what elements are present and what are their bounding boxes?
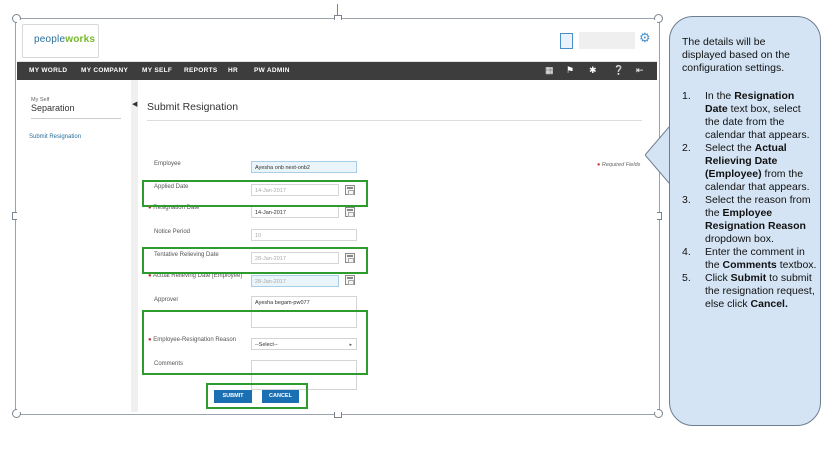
callout-steps: 1. In the Resignation Date text box, sele… [682,90,818,311]
actual-relieving-date-input[interactable]: 28-Jan-2017 [251,275,339,287]
logo[interactable]: peopleworks [22,24,99,58]
callout-step-bold-text: Comments [722,259,777,271]
callout-step-bold-text: Cancel. [750,298,788,310]
calendar-icon[interactable] [345,207,355,217]
help-icon[interactable]: ❔ [613,65,624,76]
sidebar: My Self Separation Submit Resignation [17,80,132,412]
callout-step-text: dropdown box. [705,233,774,245]
callout-step-text: textbox. [776,259,817,271]
sidebar-collapse-bar[interactable] [131,80,138,412]
sidebar-divider [31,118,121,119]
top-bar: peopleworks ⚙ [17,20,657,62]
callout-step-bold-text: Submit [730,272,767,284]
callout-step-number: 2. [682,142,691,154]
page-title: Submit Resignation [147,101,239,113]
employee-label: Employee [154,161,181,167]
callout-step-text: In the [705,90,735,102]
required-fields-note: ● Required Fields [597,162,641,168]
resignation-date-input[interactable]: 14-Jan-2017 [251,206,339,218]
callout-step-text: Click [705,272,731,284]
callout-step: 2. Select the Actual Relieving Date (Empl… [682,142,818,194]
nav-item-my-world[interactable]: MY WORLD [29,67,67,74]
callout-step: 3. Select the reason from the Employee Re… [682,194,818,246]
search-input[interactable] [579,32,635,49]
callout-step-number: 4. [682,246,691,258]
gear-icon[interactable]: ⚙ [639,30,651,46]
callout-step-number: 1. [682,90,691,102]
nav-item-pw-admin[interactable]: PW ADMIN [254,67,290,74]
sidebar-item-submit-resignation[interactable]: Submit Resignation [29,134,81,140]
main-navbar: MY WORLD MY COMPANY MY SELF REPORTS HR P… [17,62,657,80]
notice-period-label: Notice Period [154,229,191,235]
highlight-resignation-date [142,180,368,207]
callout-step: 1. In the Resignation Date text box, sele… [682,90,818,142]
sidebar-title: Separation [31,103,75,113]
nav-item-hr[interactable]: HR [228,67,238,74]
submit-button[interactable]: SUBMIT [214,390,252,403]
logo-text: peopleworks [34,34,96,45]
logout-icon[interactable]: ⇤ [636,65,644,76]
nav-item-my-self[interactable]: MY SELF [142,67,172,74]
cancel-button[interactable]: CANCEL [262,390,299,403]
callout-step-number: 5. [682,272,691,284]
nav-item-reports[interactable]: REPORTS [184,67,218,74]
approver-label: Approver [154,297,179,303]
callout-step: 5. Click Submit to submit the resignation… [682,272,818,311]
notice-period-field: 10 [251,229,357,241]
tools-icon[interactable]: ✱ [589,65,597,76]
clipboard-icon[interactable] [560,33,573,49]
title-divider [147,120,642,121]
book-icon[interactable]: ▦ [545,65,554,76]
highlight-reason-comments [142,310,368,375]
flag-icon[interactable]: ⚑ [566,65,574,76]
callout-step: 4. Enter the comment in the Comments text… [682,246,818,272]
nav-item-my-company[interactable]: MY COMPANY [81,67,128,74]
callout-intro: The details will be displayed based on t… [682,36,790,74]
calendar-icon[interactable] [345,275,355,285]
highlight-actual-relieving-date [142,247,368,274]
employee-field: Ayesha onb next-onb2 [251,161,357,173]
callout-step-number: 3. [682,194,691,206]
callout-step-text: Select the [705,142,755,154]
chevron-left-icon[interactable]: ◀ [132,100,137,108]
